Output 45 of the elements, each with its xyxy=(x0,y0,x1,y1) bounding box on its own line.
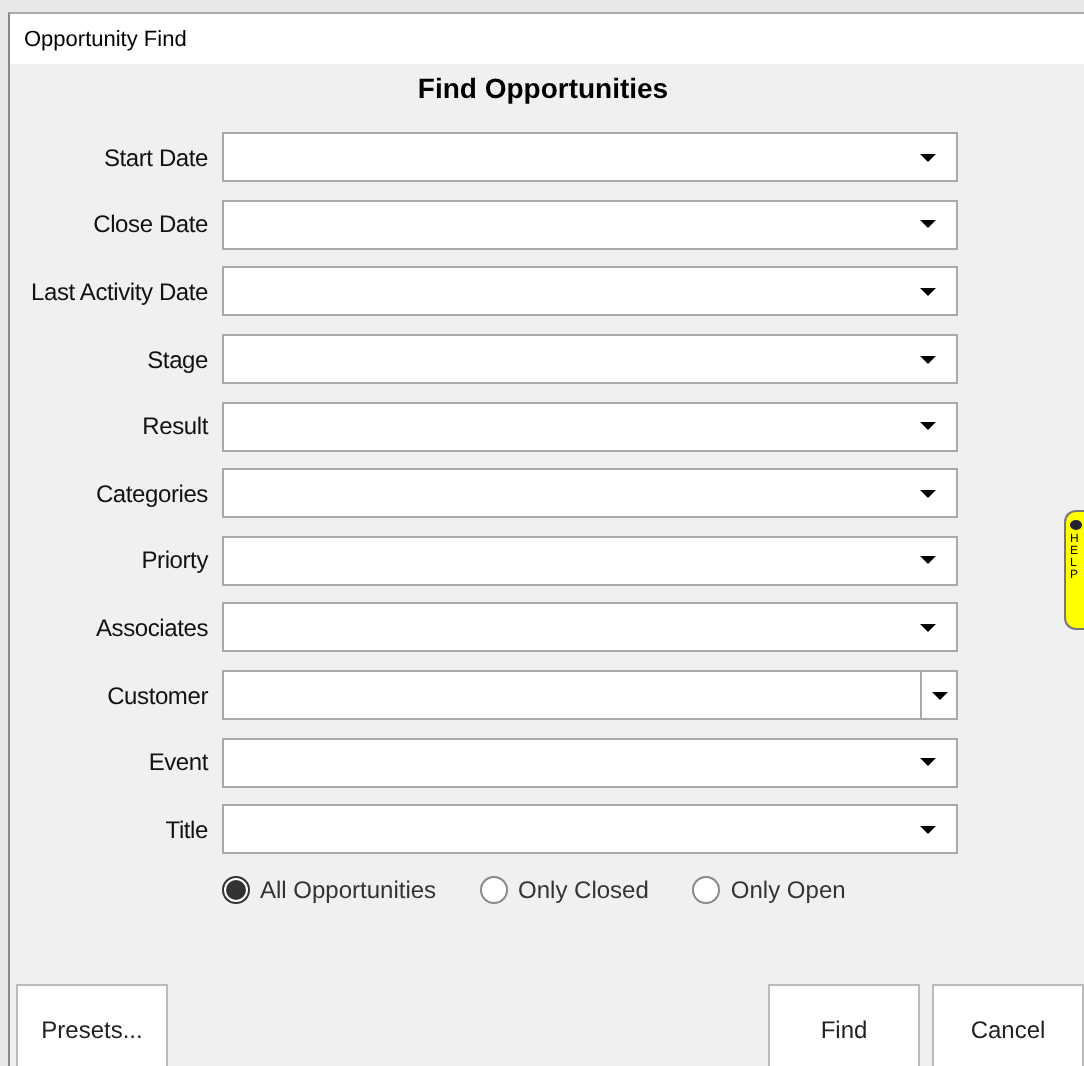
radio-button[interactable] xyxy=(692,875,721,904)
dropdown-field[interactable] xyxy=(222,334,958,385)
field-label: Title xyxy=(163,815,210,844)
field-label: Last Activity Date xyxy=(29,277,210,306)
radio-label[interactable]: Only Closed xyxy=(518,875,649,904)
field-label: Priorty xyxy=(139,546,211,575)
dropdown-field[interactable] xyxy=(222,199,958,250)
field-label: Result xyxy=(140,412,211,441)
dropdown-arrow-icon xyxy=(920,153,936,162)
field-label: Stage xyxy=(145,345,210,374)
dropdown-arrow-icon xyxy=(920,489,936,498)
dropdown-arrow-icon xyxy=(920,825,936,834)
find-button[interactable]: Find xyxy=(768,984,920,1066)
dropdown-field[interactable] xyxy=(222,737,958,788)
dropdown-arrow-icon xyxy=(920,758,936,767)
dialog-heading: Find Opportunities xyxy=(415,72,671,104)
field-label: Start Date xyxy=(101,143,210,172)
dropdown-field[interactable] xyxy=(222,535,958,586)
window-title: Opportunity Find xyxy=(24,27,187,51)
dropdown-arrow-icon xyxy=(920,422,936,431)
dropdown-field[interactable] xyxy=(222,401,958,452)
dropdown-arrow-icon xyxy=(920,355,936,364)
radio-label[interactable]: Only Open xyxy=(730,875,846,904)
input-field[interactable] xyxy=(222,670,958,721)
cancel-button[interactable]: Cancel xyxy=(932,984,1084,1066)
presets-button[interactable]: Presets... xyxy=(16,984,168,1066)
field-label: Event xyxy=(146,748,211,777)
dropdown-arrow-icon xyxy=(931,691,947,700)
radio-button[interactable] xyxy=(222,875,250,904)
dropdown-field[interactable] xyxy=(222,602,958,653)
radio-label[interactable]: All Opportunities xyxy=(260,875,437,904)
field-label: Customer xyxy=(105,681,210,710)
dropdown-field[interactable] xyxy=(222,132,958,183)
dropdown-arrow-icon xyxy=(920,287,936,296)
dropdown-field[interactable] xyxy=(222,266,958,317)
dropdown-field[interactable] xyxy=(222,468,958,519)
dropdown-arrow-icon xyxy=(920,220,936,229)
dropdown-arrow-icon xyxy=(920,623,936,632)
dropdown-arrow-icon xyxy=(920,556,936,565)
field-label: Close Date xyxy=(91,210,210,239)
field-label: Categories xyxy=(93,479,210,508)
dropdown-field[interactable] xyxy=(222,804,958,855)
field-label: Associates xyxy=(93,613,210,642)
info-icon xyxy=(1070,520,1082,530)
radio-button[interactable] xyxy=(480,875,509,904)
